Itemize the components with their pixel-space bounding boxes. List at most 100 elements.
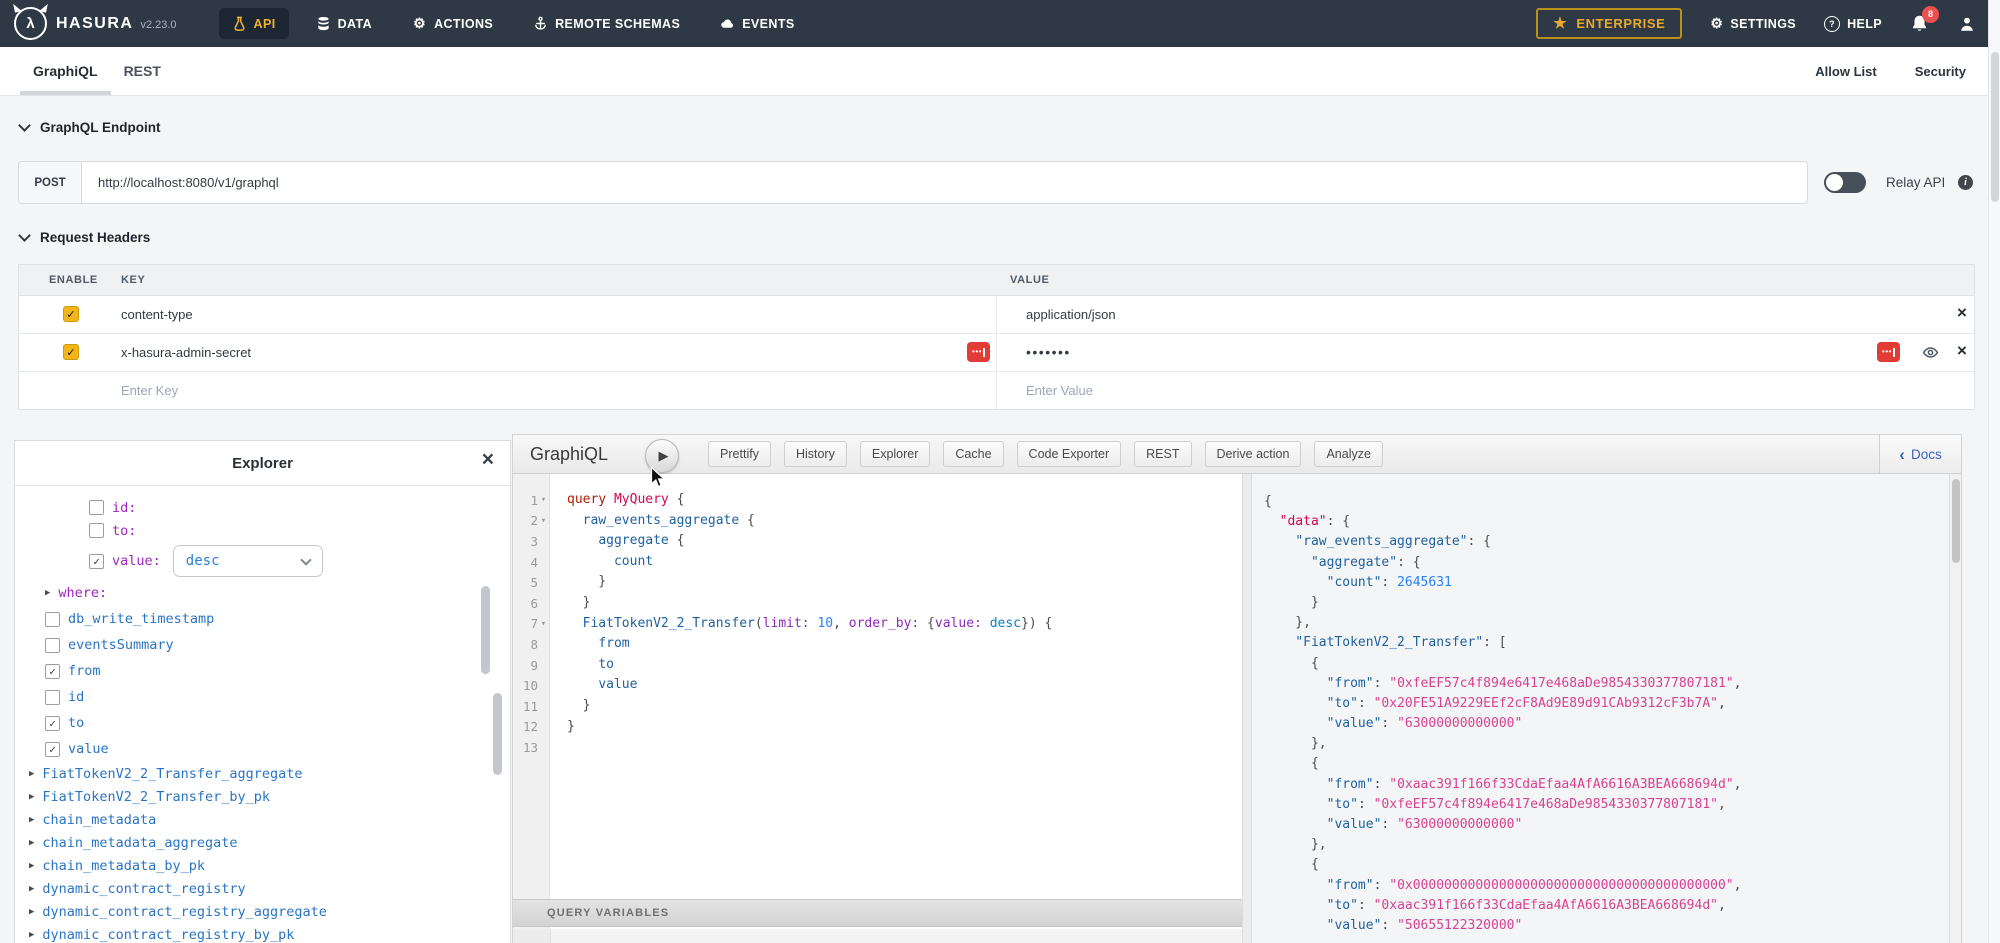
- enable-header-checkbox[interactable]: ✓: [63, 306, 79, 322]
- triangle-right-icon[interactable]: ▶: [29, 907, 34, 917]
- endpoint-url-input[interactable]: http://localhost:8080/v1/graphql: [82, 162, 1807, 203]
- user-avatar-icon[interactable]: [1958, 15, 1976, 33]
- explorer-item[interactable]: ▶chain_metadata_by_pk: [15, 854, 510, 877]
- triangle-right-icon[interactable]: ▶: [29, 815, 34, 825]
- nav-item-api[interactable]: API: [219, 8, 289, 39]
- security-link[interactable]: Security: [1915, 64, 1966, 79]
- section-title: GraphQL Endpoint: [40, 120, 161, 135]
- checkbox-icon[interactable]: [45, 690, 60, 705]
- explorer-item[interactable]: eventsSummary: [15, 632, 510, 658]
- toolbar-history-button[interactable]: History: [784, 441, 847, 467]
- explorer-item[interactable]: to:: [15, 519, 510, 542]
- checkbox-checked-icon[interactable]: ✓: [89, 554, 104, 569]
- explorer-item[interactable]: ✓value:desc: [15, 542, 510, 580]
- order-direction-select[interactable]: desc: [173, 545, 323, 577]
- tab-graphiql[interactable]: GraphiQL: [20, 47, 111, 95]
- triangle-right-icon[interactable]: ▶: [29, 861, 34, 871]
- explorer-item[interactable]: ✓value: [15, 736, 510, 762]
- request-headers-section-header[interactable]: Request Headers: [20, 230, 150, 245]
- remove-header-icon[interactable]: ×: [1957, 341, 1967, 361]
- toolbar-explorer-button[interactable]: Explorer: [860, 441, 931, 467]
- response-line: "to": "0xaac391f166f33CdaEfaa4AfA6616A3B…: [1264, 896, 1949, 916]
- close-icon[interactable]: ×: [482, 448, 494, 472]
- explorer-item[interactable]: id: [15, 684, 510, 710]
- triangle-right-icon[interactable]: ▶: [29, 792, 34, 802]
- query-variables-editor[interactable]: [513, 929, 1242, 943]
- explorer-item[interactable]: id:: [15, 496, 510, 519]
- graphql-endpoint-section-header[interactable]: GraphQL Endpoint: [20, 120, 161, 135]
- toolbar-rest-button[interactable]: REST: [1134, 441, 1191, 467]
- help-button[interactable]: ? HELP: [1824, 16, 1882, 32]
- response-line: },: [1264, 835, 1949, 855]
- toolbar-derive-action-button[interactable]: Derive action: [1205, 441, 1302, 467]
- explorer-item[interactable]: ▶where:: [15, 580, 510, 606]
- hasura-logo-icon[interactable]: λ: [14, 7, 47, 40]
- explorer-item[interactable]: ▶dynamic_contract_registry_aggregate: [15, 900, 510, 923]
- explorer-item[interactable]: ▶dynamic_contract_registry: [15, 877, 510, 900]
- pane-divider[interactable]: [1242, 474, 1252, 943]
- triangle-right-icon[interactable]: ▶: [29, 769, 34, 779]
- scrollbar-thumb[interactable]: [1952, 479, 1960, 563]
- toolbar-analyze-button[interactable]: Analyze: [1314, 441, 1382, 467]
- page-scrollbar[interactable]: [1988, 0, 2000, 943]
- enable-header-checkbox[interactable]: ✓: [63, 344, 79, 360]
- scrollbar-thumb[interactable]: [481, 586, 490, 674]
- header-key-input[interactable]: x-hasura-admin-secret: [121, 345, 251, 360]
- checkbox-icon[interactable]: [89, 500, 104, 515]
- checkbox-checked-icon[interactable]: ✓: [45, 664, 60, 679]
- checkbox-icon[interactable]: [45, 638, 60, 653]
- explorer-item[interactable]: ▶FiatTokenV2_2_Transfer_by_pk: [15, 785, 510, 808]
- fold-arrow-icon[interactable]: ▾: [538, 516, 549, 526]
- nav-item-data[interactable]: DATA: [303, 8, 385, 39]
- header-key-input[interactable]: content-type: [121, 307, 193, 322]
- nav-item-actions[interactable]: ⚙ACTIONS: [399, 8, 506, 39]
- toolbar-prettify-button[interactable]: Prettify: [708, 441, 771, 467]
- code-line: }: [567, 696, 1242, 717]
- explorer-item[interactable]: ▶chain_metadata: [15, 808, 510, 831]
- execute-query-button[interactable]: ▶: [645, 439, 679, 473]
- graphiql-toolbar: GraphiQL ▶ PrettifyHistoryExplorerCacheC…: [513, 435, 1961, 474]
- relay-api-toggle[interactable]: [1824, 172, 1866, 193]
- explorer-item[interactable]: ✓from: [15, 658, 510, 684]
- scrollbar-thumb[interactable]: [1991, 52, 1999, 202]
- checkbox-icon[interactable]: [45, 612, 60, 627]
- line-number: 4: [513, 552, 549, 573]
- triangle-right-icon[interactable]: ▶: [29, 930, 34, 940]
- scrollbar-thumb[interactable]: [493, 693, 502, 775]
- tab-rest[interactable]: REST: [111, 47, 174, 95]
- query-editor[interactable]: 1▾2▾34567▾8910111213 query MyQuery { raw…: [513, 474, 1242, 943]
- allow-list-link[interactable]: Allow List: [1815, 64, 1876, 79]
- query-variables-bar[interactable]: QUERY VARIABLES: [513, 899, 1242, 927]
- query-code: query MyQuery { raw_events_aggregate { a…: [551, 474, 1242, 943]
- triangle-right-icon[interactable]: ▶: [29, 838, 34, 848]
- notifications-bell-icon[interactable]: 8: [1910, 14, 1930, 34]
- checkbox-icon[interactable]: [89, 523, 104, 538]
- toolbar-code-exporter-button[interactable]: Code Exporter: [1017, 441, 1122, 467]
- response-scrollbar[interactable]: [1949, 474, 1961, 943]
- enterprise-button[interactable]: ★ ENTERPRISE: [1536, 8, 1682, 39]
- settings-button[interactable]: ⚙ SETTINGS: [1710, 16, 1796, 31]
- explorer-item[interactable]: ▶chain_metadata_aggregate: [15, 831, 510, 854]
- remove-header-icon[interactable]: ×: [1957, 303, 1967, 323]
- reveal-value-eye-icon[interactable]: [1922, 344, 1939, 361]
- info-icon[interactable]: i: [1958, 175, 1973, 190]
- explorer-item[interactable]: db_write_timestamp: [15, 606, 510, 632]
- nav-item-events[interactable]: EVENTS: [707, 8, 807, 39]
- code-line: to: [567, 655, 1242, 676]
- new-header-key-input[interactable]: Enter Key: [121, 383, 178, 398]
- fold-arrow-icon[interactable]: ▾: [538, 495, 549, 505]
- header-value-input-masked[interactable]: •••••••: [1026, 344, 1071, 360]
- checkbox-checked-icon[interactable]: ✓: [45, 716, 60, 731]
- docs-button[interactable]: ‹ Docs: [1879, 435, 1961, 473]
- explorer-item[interactable]: ▶FiatTokenV2_2_Transfer_aggregate: [15, 762, 510, 785]
- toolbar-cache-button[interactable]: Cache: [943, 441, 1003, 467]
- header-value-input[interactable]: application/json: [1026, 307, 1116, 322]
- explorer-item[interactable]: ✓to: [15, 710, 510, 736]
- triangle-right-icon[interactable]: ▶: [29, 884, 34, 894]
- explorer-item[interactable]: ▶dynamic_contract_registry_by_pk: [15, 923, 510, 943]
- nav-item-remote-schemas[interactable]: REMOTE SCHEMAS: [520, 8, 693, 39]
- fold-arrow-icon[interactable]: ▾: [538, 619, 549, 629]
- new-header-value-input[interactable]: Enter Value: [1026, 383, 1093, 398]
- checkbox-checked-icon[interactable]: ✓: [45, 742, 60, 757]
- triangle-right-icon[interactable]: ▶: [45, 588, 50, 598]
